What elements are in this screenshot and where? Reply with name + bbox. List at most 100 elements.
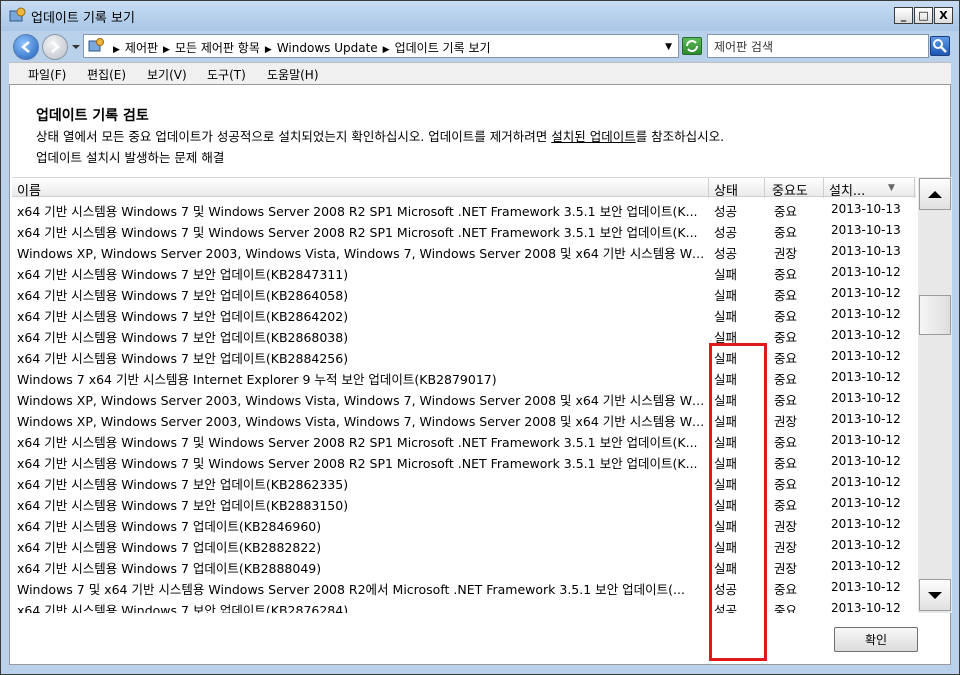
- table-row[interactable]: x64 기반 시스템용 Windows 7 및 Windows Server 2…: [12, 198, 916, 219]
- update-importance: 권장: [774, 519, 798, 534]
- close-button[interactable]: X: [934, 7, 953, 24]
- table-row[interactable]: x64 기반 시스템용 Windows 7 보안 업데이트(KB2864058)…: [12, 282, 916, 303]
- update-status: 실패: [714, 435, 738, 450]
- update-importance: 권장: [774, 414, 798, 429]
- update-status: 성공: [714, 225, 738, 240]
- chevron-down-icon[interactable]: ▼: [665, 42, 672, 52]
- table-row[interactable]: Windows XP, Windows Server 2003, Windows…: [12, 408, 916, 429]
- update-importance: 중요: [774, 582, 798, 597]
- menu-bar: 파일(F) 편집(E) 보기(V) 도구(T) 도움말(H): [9, 62, 951, 84]
- table-row[interactable]: x64 기반 시스템용 Windows 7 업데이트(KB2888049) 실패 권…: [12, 555, 916, 576]
- arrow-left-icon: [21, 41, 30, 53]
- breadcrumb-item[interactable]: 제어판: [125, 39, 158, 56]
- chevron-right-icon[interactable]: ▶: [113, 45, 120, 55]
- column-divider[interactable]: [914, 178, 915, 198]
- description-text: 상태 열에서 모든 중요 업데이트가 성공적으로 설치되었는지 확인하십시오. …: [36, 129, 552, 144]
- install-date: 2013-10-12: [831, 517, 901, 531]
- table-row[interactable]: x64 기반 시스템용 Windows 7 보안 업데이트(KB2868038)…: [12, 324, 916, 345]
- table-row[interactable]: Windows 7 및 x64 기반 시스템용 Windows Server 2…: [12, 576, 916, 597]
- install-date: 2013-10-13: [831, 223, 901, 237]
- table-row[interactable]: x64 기반 시스템용 Windows 7 보안 업데이트(KB2847311)…: [12, 261, 916, 282]
- back-button[interactable]: [13, 34, 39, 60]
- update-name: x64 기반 시스템용 Windows 7 및 Windows Server 2…: [17, 435, 698, 450]
- menu-edit[interactable]: 편집(E): [87, 66, 126, 83]
- content-pane: 업데이트 기록 검토 상태 열에서 모든 중요 업데이트가 성공적으로 설치되었…: [9, 84, 952, 665]
- ok-button[interactable]: 확인: [834, 627, 918, 652]
- update-status: 실패: [714, 393, 738, 408]
- breadcrumb-item[interactable]: Windows Update: [277, 41, 378, 55]
- table-row[interactable]: Windows 7 x64 기반 시스템용 Internet Explorer …: [12, 366, 916, 387]
- update-name: x64 기반 시스템용 Windows 7 보안 업데이트(KB2884256): [17, 351, 349, 366]
- menu-view[interactable]: 보기(V): [147, 66, 187, 83]
- update-status: 실패: [714, 288, 738, 303]
- window: 업데이트 기록 보기 _ □ X ▶ 제어판 ▶ 모든 제어판 항목 ▶ Windows …: [0, 0, 960, 675]
- menu-file[interactable]: 파일(F): [28, 66, 66, 83]
- table-row[interactable]: x64 기반 시스템용 Windows 7 보안 업데이트(KB2884256)…: [12, 345, 916, 366]
- table-row[interactable]: x64 기반 시스템용 Windows 7 및 Windows Server 2…: [12, 219, 916, 240]
- table-row[interactable]: x64 기반 시스템용 Windows 7 보안 업데이트(KB2876284)…: [12, 597, 916, 613]
- breadcrumb-item[interactable]: 모든 제어판 항목: [175, 39, 260, 56]
- forward-button[interactable]: [42, 34, 68, 60]
- update-status: 성공: [714, 246, 738, 261]
- menu-help[interactable]: 도움말(H): [267, 66, 319, 83]
- column-header-name[interactable]: 이름: [17, 180, 41, 199]
- minimize-button[interactable]: _: [894, 7, 913, 24]
- update-importance: 중요: [774, 267, 798, 282]
- install-date: 2013-10-12: [831, 307, 901, 321]
- menu-tools[interactable]: 도구(T): [207, 66, 246, 83]
- update-importance: 중요: [774, 204, 798, 219]
- table-row[interactable]: x64 기반 시스템용 Windows 7 보안 업데이트(KB2862335)…: [12, 471, 916, 492]
- table-row[interactable]: x64 기반 시스템용 Windows 7 업데이트(KB2846960) 실패 권…: [12, 513, 916, 534]
- table-row[interactable]: x64 기반 시스템용 Windows 7 보안 업데이트(KB2883150)…: [12, 492, 916, 513]
- column-divider[interactable]: [708, 178, 709, 198]
- table-row[interactable]: x64 기반 시스템용 Windows 7 및 Windows Server 2…: [12, 450, 916, 471]
- update-importance: 중요: [774, 603, 798, 613]
- update-name: Windows XP, Windows Server 2003, Windows…: [17, 246, 707, 261]
- column-divider[interactable]: [823, 178, 824, 198]
- page-title: 업데이트 기록 검토: [36, 108, 149, 124]
- update-status: 성공: [714, 603, 738, 613]
- table-row[interactable]: Windows XP, Windows Server 2003, Windows…: [12, 240, 916, 261]
- chevron-right-icon[interactable]: ▶: [383, 45, 390, 55]
- table-row[interactable]: x64 기반 시스템용 Windows 7 업데이트(KB2882822) 실패 권…: [12, 534, 916, 555]
- breadcrumb-item[interactable]: 업데이트 기록 보기: [395, 39, 491, 56]
- column-header-status[interactable]: 상태: [714, 180, 738, 199]
- refresh-button[interactable]: [682, 37, 702, 55]
- update-status: 실패: [714, 351, 738, 366]
- chevron-right-icon[interactable]: ▶: [265, 45, 272, 55]
- sort-descending-icon: ▼: [888, 183, 895, 193]
- update-name: x64 기반 시스템용 Windows 7 보안 업데이트(KB2862335): [17, 477, 349, 492]
- install-date: 2013-10-12: [831, 496, 901, 510]
- update-name: x64 기반 시스템용 Windows 7 보안 업데이트(KB2883150): [17, 498, 349, 513]
- column-header-date[interactable]: 설치...: [829, 180, 865, 199]
- search-input[interactable]: 제어판 검색: [707, 34, 929, 58]
- recent-pages-chevron-icon[interactable]: [71, 42, 81, 52]
- description-text-end: 를 참조하십시오.: [635, 129, 725, 144]
- update-name: x64 기반 시스템용 Windows 7 보안 업데이트(KB2847311): [17, 267, 349, 282]
- address-bar[interactable]: ▶ 제어판 ▶ 모든 제어판 항목 ▶ Windows Update ▶ 업데이트 기록 보기…: [83, 34, 679, 58]
- update-importance: 권장: [774, 561, 798, 576]
- update-importance: 중요: [774, 435, 798, 450]
- column-header-importance[interactable]: 중요도: [772, 180, 808, 199]
- address-row: ▶ 제어판 ▶ 모든 제어판 항목 ▶ Windows Update ▶ 업데이트 기록 보기…: [1, 31, 959, 61]
- table-row[interactable]: Windows XP, Windows Server 2003, Windows…: [12, 387, 916, 408]
- update-importance: 중요: [774, 330, 798, 345]
- title-bar[interactable]: 업데이트 기록 보기 _ □ X: [1, 1, 959, 31]
- maximize-button[interactable]: □: [914, 7, 933, 24]
- update-name: x64 기반 시스템용 Windows 7 업데이트(KB2888049): [17, 561, 322, 576]
- scroll-down-button[interactable]: [919, 579, 951, 611]
- update-status: 실패: [714, 540, 738, 555]
- column-divider[interactable]: [764, 178, 765, 198]
- control-panel-icon: [88, 38, 104, 52]
- update-name: Windows XP, Windows Server 2003, Windows…: [17, 393, 707, 408]
- table-row[interactable]: x64 기반 시스템용 Windows 7 및 Windows Server 2…: [12, 429, 916, 450]
- scroll-up-button[interactable]: [919, 178, 951, 210]
- search-button[interactable]: [930, 36, 950, 56]
- update-importance: 권장: [774, 246, 798, 261]
- installed-updates-link[interactable]: 설치된 업데이트: [551, 129, 635, 144]
- chevron-right-icon[interactable]: ▶: [163, 45, 170, 55]
- scroll-thumb[interactable]: [919, 295, 951, 335]
- vertical-scrollbar[interactable]: [918, 177, 952, 613]
- table-row[interactable]: x64 기반 시스템용 Windows 7 보안 업데이트(KB2864202)…: [12, 303, 916, 324]
- troubleshoot-text: 업데이트 설치시 발생하는 문제 해결: [36, 150, 225, 165]
